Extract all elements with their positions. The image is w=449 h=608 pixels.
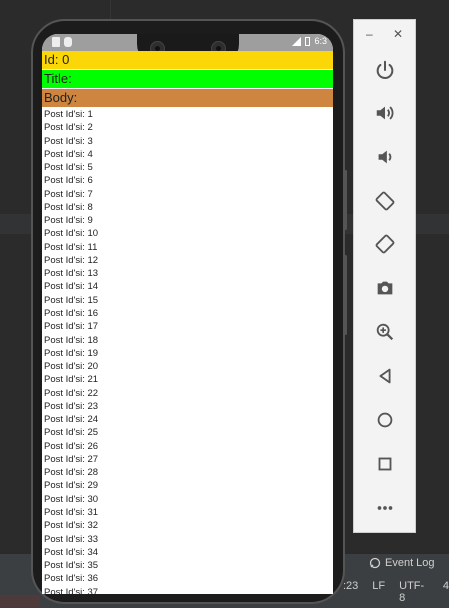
rotate-left-icon: [375, 191, 395, 211]
signal-icon: [292, 36, 302, 46]
screenshot-button[interactable]: [372, 275, 398, 301]
list-item[interactable]: Post Id'si: 20: [44, 360, 332, 373]
power-icon: [376, 60, 394, 79]
list-item[interactable]: Post Id'si: 15: [44, 294, 332, 307]
close-button[interactable]: ✕: [393, 27, 403, 41]
ide-divider: [110, 0, 111, 20]
caret-position[interactable]: :23: [343, 580, 358, 604]
minimize-button[interactable]: –: [366, 27, 373, 41]
home-button[interactable]: [372, 407, 398, 433]
home-icon: [377, 412, 393, 428]
list-item[interactable]: Post Id'si: 22: [44, 387, 332, 400]
rotate-right-button[interactable]: [372, 231, 398, 257]
list-item[interactable]: Post Id'si: 19: [44, 347, 332, 360]
list-item[interactable]: Post Id'si: 26: [44, 440, 332, 453]
post-list[interactable]: Post Id'si: 1 Post Id'si: 2 Post Id'si: 3P…: [44, 108, 332, 594]
battery-icon: [305, 36, 311, 46]
list-item[interactable]: Post Id'si: 3: [44, 135, 332, 148]
rotate-left-button[interactable]: [372, 188, 398, 214]
back-button[interactable]: [372, 363, 398, 389]
list-item[interactable]: Post Id'si: 35: [44, 559, 332, 572]
list-item[interactable]: Post Id'si: 37: [44, 586, 332, 594]
list-item[interactable]: Post Id'si: 32: [44, 519, 332, 532]
list-item[interactable]: Post Id'si: 4: [44, 148, 332, 161]
ide-bottom-tab[interactable]: [0, 595, 40, 607]
list-item[interactable]: Post Id'si: 6: [44, 174, 332, 187]
post-id-field: Id: 0: [42, 51, 333, 69]
list-item[interactable]: Post Id'si: 10: [44, 227, 332, 240]
phone-side-button: [344, 255, 347, 335]
indent-setting[interactable]: 4: [443, 580, 449, 604]
notification-icon: [64, 37, 72, 47]
emulator-toolbar: – ✕: [353, 19, 416, 533]
file-encoding[interactable]: UTF-8: [399, 580, 429, 604]
zoom-icon: [376, 323, 394, 341]
list-item[interactable]: Post Id'si: 27: [44, 453, 332, 466]
status-time: 6:3: [314, 36, 327, 46]
list-item[interactable]: Post Id'si: 23: [44, 400, 332, 413]
more-icon: [377, 506, 393, 510]
list-item[interactable]: Post Id'si: 28: [44, 466, 332, 479]
emulator-titlebar: – ✕: [354, 20, 415, 50]
list-item[interactable]: Post Id'si: 13: [44, 267, 332, 280]
volume-down-icon: [378, 150, 392, 164]
volume-up-button[interactable]: [372, 100, 398, 126]
back-icon: [379, 368, 391, 384]
list-item[interactable]: Post Id'si: 18: [44, 334, 332, 347]
post-body-field: Body:: [42, 89, 333, 107]
sim-icon: [52, 37, 60, 47]
overview-button[interactable]: [372, 451, 398, 477]
list-item[interactable]: Post Id'si: 2: [44, 121, 332, 134]
ide-status-items: :23 LF UTF-8 4: [343, 580, 449, 604]
phone-side-button: [344, 170, 347, 230]
list-item[interactable]: Post Id'si: 25: [44, 426, 332, 439]
power-button[interactable]: [372, 57, 398, 83]
list-item[interactable]: Post Id'si: 36: [44, 572, 332, 585]
camera-icon: [377, 281, 393, 295]
post-title-field: Title:: [42, 70, 333, 88]
line-separator[interactable]: LF: [372, 580, 385, 604]
event-log-button[interactable]: Event Log: [369, 557, 435, 569]
list-item[interactable]: Post Id'si: 24: [44, 413, 332, 426]
rotate-right-icon: [375, 234, 395, 254]
list-item[interactable]: Post Id'si: 30: [44, 493, 332, 506]
volume-down-button[interactable]: [372, 144, 398, 170]
list-item[interactable]: Post Id'si: 33: [44, 533, 332, 546]
list-item[interactable]: Post Id'si: 5: [44, 161, 332, 174]
list-item[interactable]: Post Id'si: 21: [44, 373, 332, 386]
list-item[interactable]: Post Id'si: 31: [44, 506, 332, 519]
event-log-icon: [369, 557, 381, 569]
list-item[interactable]: Post Id'si: 8: [44, 201, 332, 214]
list-item[interactable]: Post Id'si: 14: [44, 280, 332, 293]
list-item[interactable]: Post Id'si: 11: [44, 241, 332, 254]
phone-screen: 6:3 Id: 0 Title: Body: Post Id'si: 1 Post…: [42, 34, 333, 594]
more-button[interactable]: [372, 495, 398, 521]
list-item[interactable]: Post Id'si: 1: [44, 108, 332, 121]
overview-icon: [378, 457, 392, 471]
list-item[interactable]: Post Id'si: 29: [44, 479, 332, 492]
list-item[interactable]: Post Id'si: 17: [44, 320, 332, 333]
list-item[interactable]: Post Id'si: 7: [44, 188, 332, 201]
event-log-label: Event Log: [385, 557, 435, 569]
zoom-button[interactable]: [372, 319, 398, 345]
volume-up-icon: [376, 106, 394, 120]
list-item[interactable]: Post Id'si: 9: [44, 214, 332, 227]
list-item[interactable]: Post Id'si: 16: [44, 307, 332, 320]
list-item[interactable]: Post Id'si: 12: [44, 254, 332, 267]
list-item[interactable]: Post Id'si: 34: [44, 546, 332, 559]
